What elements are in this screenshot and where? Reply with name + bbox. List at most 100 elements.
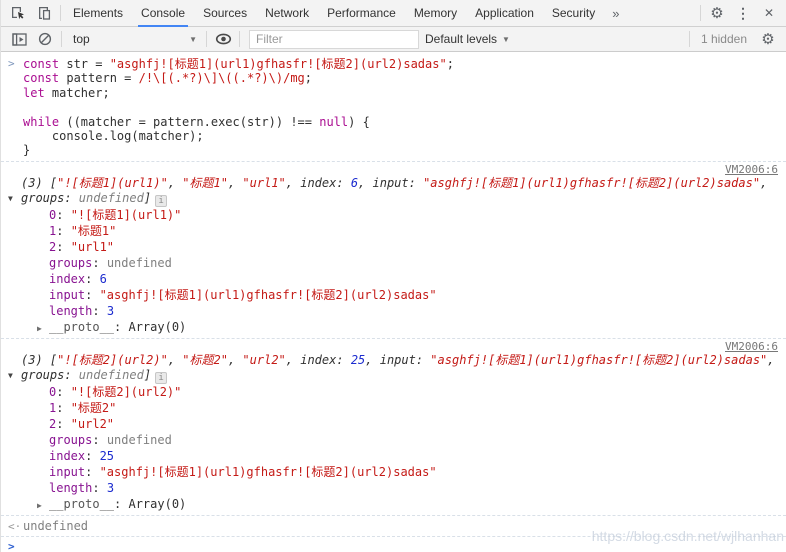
inspect-element-icon[interactable] <box>5 1 31 25</box>
filter-input[interactable] <box>249 29 419 49</box>
tab-memory[interactable]: Memory <box>405 0 466 27</box>
property-value: undefined <box>106 432 172 447</box>
property-value: "![标题1](url1)" <box>70 207 182 222</box>
settings-gear-icon[interactable]: ⚙ <box>704 1 730 25</box>
code-token: , index: <box>285 352 351 367</box>
tree-row-2[interactable]: 2: "url1" <box>1 239 786 255</box>
expand-triangle-icon[interactable]: ▶ <box>37 321 49 337</box>
code-token: null <box>319 114 349 129</box>
code-token: ; <box>304 71 313 86</box>
code-token: , <box>167 175 183 190</box>
console-toolbar: top ▼ Default levels ▼ 1 hidden ⚙ <box>1 27 786 52</box>
tab-elements[interactable]: Elements <box>64 0 132 27</box>
live-expression-eye-icon[interactable] <box>210 27 236 51</box>
command-line: const str = "asghfj![标题1](url1)gfhasfr![… <box>23 57 778 71</box>
hidden-messages-count[interactable]: 1 hidden <box>693 32 755 46</box>
divider <box>239 31 240 47</box>
property-value: 6 <box>99 271 107 286</box>
code-token: (3) [ <box>21 352 58 367</box>
code-token: ) { <box>348 114 370 129</box>
code-token: ] <box>143 367 152 382</box>
result-marker-icon: <· <box>8 519 22 533</box>
code-token: (3) [ <box>21 175 58 190</box>
tree-row-input[interactable]: input: "asghfj![标题1](url1)gfhasfr![标题2](… <box>1 464 786 480</box>
code-token: "标题2" <box>182 352 228 367</box>
code-token: "url1" <box>242 175 286 190</box>
tree-row-groups[interactable]: groups: undefined <box>1 255 786 271</box>
collapse-triangle-icon[interactable]: ▼ <box>8 368 13 383</box>
tree-row-index[interactable]: index: 25 <box>1 448 786 464</box>
tree-row-2[interactable]: 2: "url2" <box>1 416 786 432</box>
code-token: , <box>167 352 183 367</box>
code-token: "标题1" <box>182 175 228 190</box>
tab-performance[interactable]: Performance <box>318 0 405 27</box>
prompt-chevron-icon: > <box>8 539 15 552</box>
chevron-down-icon: ▼ <box>189 34 197 44</box>
tree-row-input[interactable]: input: "asghfj![标题1](url1)gfhasfr![标题2](… <box>1 287 786 303</box>
property-value: "url1" <box>70 239 115 254</box>
array-entries: 0: "![标题1](url1)" 1: "标题1" 2: "url1" groups… <box>1 207 786 335</box>
tree-row-index[interactable]: index: 6 <box>1 271 786 287</box>
collapse-triangle-icon[interactable]: ▼ <box>8 191 13 206</box>
property-value: Array(0) <box>128 319 187 334</box>
tab-network[interactable]: Network <box>256 0 318 27</box>
tree-row-0[interactable]: 0: "![标题1](url1)" <box>1 207 786 223</box>
more-panels-button[interactable]: » <box>604 6 627 21</box>
command-line <box>23 100 778 114</box>
code-token: while <box>23 114 60 129</box>
tree-row-__proto__[interactable]: ▶ __proto__: Array(0) <box>1 496 786 512</box>
console-prompt[interactable]: > <box>1 535 786 552</box>
property-key: __proto__ <box>49 496 115 511</box>
kebab-menu-icon[interactable]: ⋮ <box>730 1 756 25</box>
code-token: pattern = <box>59 71 139 86</box>
tree-row-1[interactable]: 1: "标题1" <box>1 223 786 239</box>
command-code: const str = "asghfj![标题1](url1)gfhasfr![… <box>23 57 778 158</box>
tab-console[interactable]: Console <box>132 0 194 27</box>
command-line: const pattern = /!\[(.*?)\]\((.*?)\)/mg; <box>23 71 778 85</box>
code-token: undefined <box>78 190 144 205</box>
property-key: __proto__ <box>49 319 115 334</box>
console-sidebar-toggle-icon[interactable] <box>6 27 32 51</box>
property-value: "url2" <box>70 416 115 431</box>
tab-sources[interactable]: Sources <box>194 0 256 27</box>
tree-row-groups[interactable]: groups: undefined <box>1 432 786 448</box>
code-token: ; <box>446 57 454 71</box>
code-token: "![标题1](url1)" <box>57 175 168 190</box>
code-token: let <box>23 85 45 100</box>
command-line: console.log(matcher); <box>23 129 778 143</box>
execution-context-selector[interactable]: top ▼ <box>65 29 203 49</box>
device-toolbar-icon[interactable] <box>31 1 57 25</box>
log-levels-dropdown[interactable]: Default levels ▼ <box>425 32 510 46</box>
console-message: VM2006:6 ▼ (3) ["![标题1](url1)", "标题1", "u… <box>1 160 786 338</box>
code-token: const <box>23 71 60 86</box>
array-preview[interactable]: ▼ (3) ["![标题1](url1)", "标题1", "url1", ind… <box>1 176 786 207</box>
source-link[interactable]: VM2006:6 <box>725 163 778 176</box>
tab-security[interactable]: Security <box>543 0 604 27</box>
tree-row-__proto__[interactable]: ▶ __proto__: Array(0) <box>1 319 786 335</box>
tree-row-length[interactable]: length: 3 <box>1 303 786 319</box>
property-value: "标题1" <box>70 223 117 238</box>
clear-console-icon[interactable] <box>32 27 58 51</box>
executed-command[interactable]: > const str = "asghfj![标题1](url1)gfhasfr… <box>1 52 786 161</box>
code-token: ((matcher = pattern.exec(str)) !== <box>59 114 320 129</box>
result-value: undefined <box>23 518 89 533</box>
property-value: 3 <box>106 480 115 495</box>
expand-triangle-icon[interactable]: ▶ <box>37 498 49 514</box>
code-token: , input: <box>358 175 424 190</box>
tree-row-0[interactable]: 0: "![标题2](url2)" <box>1 384 786 400</box>
tab-application[interactable]: Application <box>466 0 543 27</box>
tabbar-right-controls: ⚙ ⋮ ✕ <box>697 1 782 25</box>
close-devtools-icon[interactable]: ✕ <box>756 1 782 25</box>
code-token: "asghfj![标题1](url1)gfhasfr![标题2](url2)sa… <box>430 352 768 367</box>
array-preview[interactable]: ▼ (3) ["![标题2](url2)", "标题2", "url2", ind… <box>1 353 786 384</box>
console-settings-gear-icon[interactable]: ⚙ <box>755 27 781 51</box>
property-key: index <box>49 448 86 463</box>
source-link[interactable]: VM2006:6 <box>725 340 778 353</box>
devtools-tabbar: Elements Console Sources Network Performance… <box>1 0 786 27</box>
tree-row-1[interactable]: 1: "标题2" <box>1 400 786 416</box>
property-value: "![标题2](url2)" <box>70 384 182 399</box>
code-token: "asghfj![标题1](url1)gfhasfr![标题2](url2)sa… <box>109 57 447 71</box>
tree-row-length[interactable]: length: 3 <box>1 480 786 496</box>
code-token: 25 <box>350 352 366 367</box>
code-token: "url2" <box>242 352 286 367</box>
